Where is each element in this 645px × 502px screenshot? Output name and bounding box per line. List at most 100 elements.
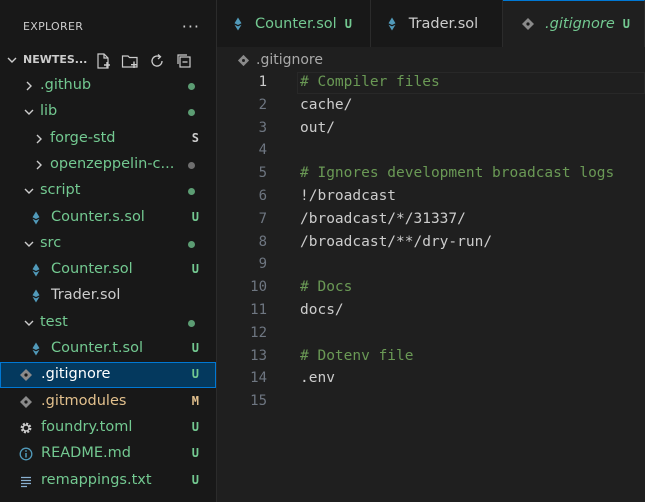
tree-item-counter-sol[interactable]: Counter.sol U [0, 257, 216, 283]
git-file-icon [237, 54, 250, 66]
git-status-dot [188, 161, 195, 169]
git-status-badge: M [191, 393, 199, 408]
tab-label: Trader.sol [408, 15, 479, 32]
tab-status-badge: U [344, 16, 352, 31]
tree-item-github[interactable]: .github [0, 73, 216, 99]
git-icon [20, 369, 32, 382]
line-text: /broadcast/**/dry-run/ [300, 233, 493, 250]
tab-counter[interactable]: Counter.sol U [217, 0, 371, 47]
tree-item-remappings[interactable]: remappings.txt U [0, 468, 216, 494]
more-actions-icon[interactable]: ··· [182, 17, 200, 36]
new-file-icon[interactable] [94, 52, 112, 70]
code-line[interactable]: 9 [217, 254, 645, 277]
code-line[interactable]: 14 .env [217, 368, 645, 391]
chevron-down-icon [24, 320, 34, 326]
git-status-dot [188, 188, 195, 196]
tree-item-label: foundry.toml [41, 418, 133, 435]
line-text: !/broadcast [300, 188, 397, 204]
code-line[interactable]: 1 # Compiler files [217, 72, 645, 95]
code-line[interactable]: 2 cache/ [217, 95, 645, 118]
new-folder-icon[interactable] [121, 52, 139, 70]
tree-item-lib[interactable]: lib [0, 99, 216, 125]
tree-item-readme[interactable]: README.md U [0, 441, 216, 467]
tree-item-label: README.md [41, 445, 131, 462]
line-number: 1 [258, 74, 267, 90]
tree-item-counter-t-sol[interactable]: Counter.t.sol U [0, 336, 216, 362]
tree-item-label: Counter.s.sol [51, 208, 145, 225]
refresh-icon[interactable] [148, 52, 166, 70]
tree-item-openzeppelin[interactable]: openzeppelin-c... [0, 152, 216, 178]
code-line[interactable]: 8/broadcast/**/dry-run/ [217, 232, 645, 255]
line-number: 12 [250, 324, 267, 341]
line-number: 8 [258, 233, 267, 250]
chevron-right-icon [36, 160, 42, 170]
tree-item-label: remappings.txt [41, 471, 152, 488]
line-text: # Dotenv file [300, 347, 414, 364]
chevron-right-icon [36, 134, 42, 144]
explorer-title: EXPLORER [23, 19, 84, 33]
tree-item-label: lib [40, 103, 58, 120]
line-number: 9 [258, 256, 267, 273]
git-status-badge: U [191, 419, 199, 434]
line-number: 3 [258, 119, 267, 136]
tree-item-trader-sol[interactable]: Trader.sol [0, 283, 216, 309]
workspace-root[interactable]: NEWTES... [0, 48, 216, 74]
code-line[interactable]: 11 docs/ [217, 300, 645, 323]
tree-item-label: forge-std [50, 129, 116, 146]
tree-item-src[interactable]: src [0, 231, 216, 257]
tree-item-gitignore[interactable]: .gitignore U [0, 362, 216, 389]
tree-item-label: test [40, 313, 68, 330]
tree-item-test[interactable]: test [0, 310, 216, 336]
line-text: out/ [300, 119, 335, 136]
git-status-badge: U [191, 446, 199, 461]
tab-gitignore[interactable]: .gitignore U [503, 0, 645, 47]
tree-item-gitmodules[interactable]: .gitmodules M [0, 389, 216, 415]
line-number: 4 [258, 142, 267, 159]
code-line[interactable]: 5 # Ignores development broadcast logs [217, 163, 645, 186]
git-icon [20, 395, 32, 408]
tree-item-forge-std[interactable]: forge-std S [0, 126, 216, 152]
tree-item-script[interactable]: script [0, 178, 216, 204]
code-line[interactable]: 3 out/ [217, 118, 645, 141]
tab-trader[interactable]: Trader.sol [371, 0, 504, 47]
line-number: 14 [250, 370, 267, 387]
chevron-right-icon [26, 81, 32, 91]
solidity-icon [32, 342, 40, 356]
code-line[interactable]: 4 [217, 140, 645, 163]
tree-item-foundry-toml[interactable]: foundry.toml U [0, 415, 216, 441]
collapse-all-icon[interactable] [175, 52, 193, 70]
breadcrumb-file[interactable]: .gitignore [256, 52, 323, 68]
line-number: 2 [258, 96, 267, 113]
line-text: # Docs [300, 279, 353, 296]
code-line[interactable]: 6 !/broadcast [217, 186, 645, 209]
code-line[interactable]: 10 # Docs [217, 277, 645, 300]
chevron-down-icon [24, 188, 34, 195]
git-status-dot [188, 319, 195, 327]
tree-item-label: Trader.sol [51, 287, 121, 304]
tree-item-label: Counter.sol [51, 261, 133, 278]
tree-item-label: Counter.t.sol [51, 340, 143, 356]
line-text: # Compiler files [300, 74, 440, 90]
code-line[interactable]: 12 [217, 323, 645, 346]
line-text: docs/ [300, 302, 344, 318]
line-number: 7 [258, 210, 267, 227]
line-text: cache/ [300, 96, 353, 113]
git-status-badge: U [191, 341, 199, 355]
tab-label: Counter.sol [255, 15, 337, 32]
tree-item-label: .gitignore [41, 366, 111, 383]
tree-item-label: src [40, 234, 62, 251]
solidity-icon [388, 17, 396, 30]
line-number: 5 [258, 165, 267, 182]
solidity-icon [234, 17, 242, 30]
code-line[interactable]: 15 [217, 391, 645, 414]
git-status-dot [188, 109, 195, 117]
line-text: /broadcast/*/31337/ [300, 210, 466, 227]
code-line[interactable]: 7/broadcast/*/31337/ [217, 209, 645, 232]
info-icon [19, 447, 33, 461]
line-number: 11 [250, 302, 267, 318]
git-icon [522, 18, 535, 30]
code-line[interactable]: 13 # Dotenv file [217, 346, 645, 369]
tree-item-counter-s-sol[interactable]: Counter.s.sol U [0, 205, 216, 231]
tab-status-badge: U [622, 17, 630, 31]
tab-label: .gitignore [545, 16, 615, 32]
